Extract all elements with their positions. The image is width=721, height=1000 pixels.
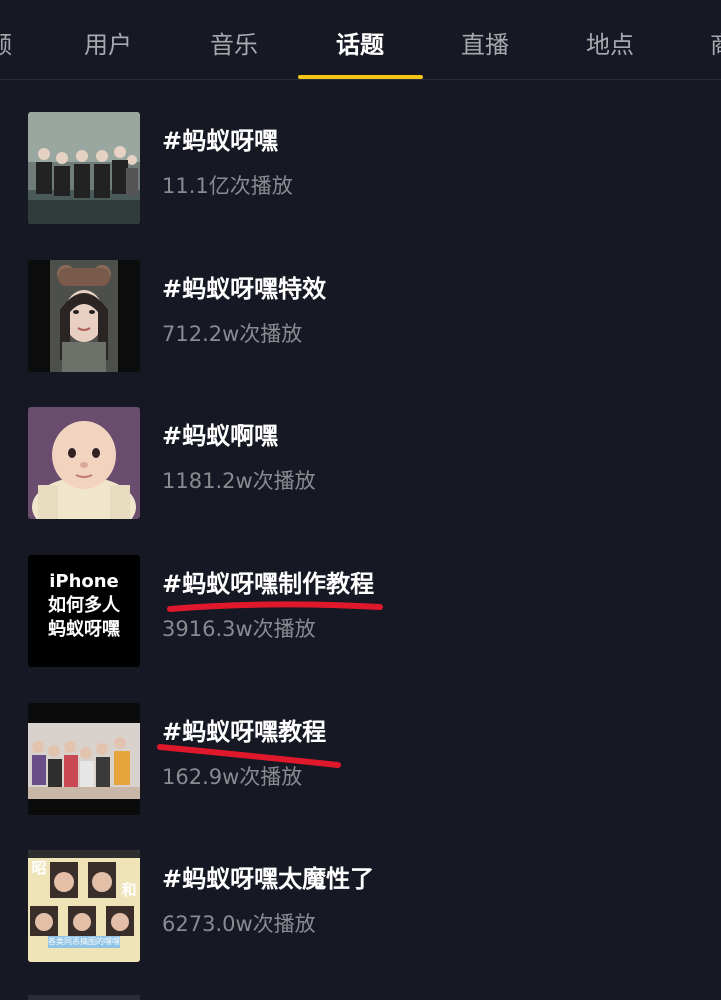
list-item[interactable]: #蚂蚁呀嘿特效 712.2w次播放 — [0, 248, 721, 394]
list-item[interactable]: iPhone 如何多人 蚂蚁呀嘿 #蚂蚁呀嘿制作教程 3916.3w次播放 — [0, 543, 721, 689]
list-item[interactable]: #蚂蚁呀嘿 11.1亿次播放 — [0, 100, 721, 246]
topic-title: #蚂蚁呀嘿太魔性了 — [162, 865, 375, 893]
tab-video[interactable]: 频 — [0, 28, 12, 62]
topic-play-count: 6273.0w次播放 — [162, 912, 316, 936]
next-item-thumbnail-peek — [28, 995, 140, 1000]
thumbnail-caption-line: 和 — [121, 881, 137, 899]
tab-places[interactable]: 地点 — [586, 28, 634, 62]
tab-topics[interactable]: 话题 — [336, 28, 384, 62]
topic-thumbnail — [28, 112, 140, 224]
topic-thumbnail — [28, 703, 140, 815]
topic-title: #蚂蚁啊嘿 — [162, 422, 279, 450]
list-item[interactable]: #蚂蚁啊嘿 1181.2w次播放 — [0, 395, 721, 541]
active-tab-indicator — [298, 75, 423, 79]
topic-title: #蚂蚁呀嘿教程 — [162, 718, 327, 746]
thumbnail-caption-line: 蚂蚁呀嘿 — [48, 619, 120, 640]
topic-play-count: 712.2w次播放 — [162, 322, 303, 346]
topic-play-count: 3916.3w次播放 — [162, 617, 316, 641]
thumbnail-caption-line: 昭 — [31, 859, 47, 877]
topic-play-count: 162.9w次播放 — [162, 765, 303, 789]
tab-live[interactable]: 直播 — [461, 28, 509, 62]
topic-title: #蚂蚁呀嘿制作教程 — [162, 570, 375, 598]
list-item[interactable]: #蚂蚁呀嘿教程 162.9w次播放 — [0, 691, 721, 837]
topic-title: #蚂蚁呀嘿 — [162, 127, 279, 155]
tab-bar: 频 用户 音乐 话题 直播 地点 商 — [0, 0, 721, 80]
topic-title: #蚂蚁呀嘿特效 — [162, 275, 327, 303]
topic-thumbnail — [28, 260, 140, 372]
topic-play-count: 11.1亿次播放 — [162, 174, 293, 198]
tab-music[interactable]: 音乐 — [210, 28, 258, 62]
thumbnail-caption-line: 如何多人 — [48, 595, 120, 616]
tab-products[interactable]: 商 — [710, 28, 721, 62]
thumbnail-caption-line: iPhone — [49, 571, 119, 592]
list-item[interactable]: 昭 和 各类同恶搞图的嘿嘿 #蚂蚁呀嘿太魔性了 6273.0w次播放 — [0, 838, 721, 984]
topic-thumbnail — [28, 407, 140, 519]
tab-users[interactable]: 用户 — [84, 28, 132, 62]
topic-thumbnail: 昭 和 各类同恶搞图的嘿嘿 — [28, 850, 140, 962]
topic-play-count: 1181.2w次播放 — [162, 469, 316, 493]
thumbnail-caption-line: 各类同恶搞图的嘿嘿 — [48, 937, 120, 946]
topic-thumbnail: iPhone 如何多人 蚂蚁呀嘿 — [28, 555, 140, 667]
